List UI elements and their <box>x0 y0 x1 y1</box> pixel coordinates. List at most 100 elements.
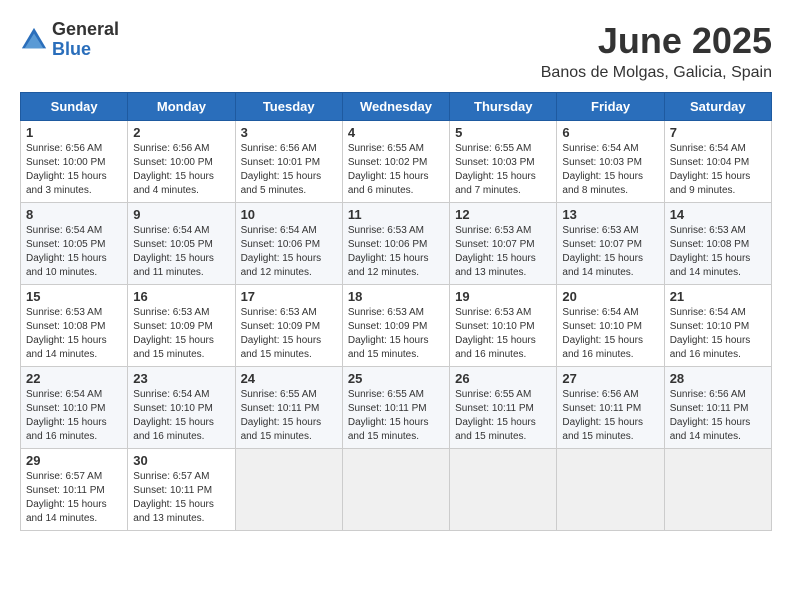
day-info: Sunrise: 6:55 AM Sunset: 10:02 PM Daylig… <box>348 142 444 198</box>
day-info: Sunrise: 6:56 AM Sunset: 10:11 PM Daylig… <box>670 388 766 444</box>
column-header-thursday: Thursday <box>450 93 557 121</box>
calendar-cell: 24 Sunrise: 6:55 AM Sunset: 10:11 PM Day… <box>235 367 342 449</box>
day-info: Sunrise: 6:53 AM Sunset: 10:10 PM Daylig… <box>455 306 551 362</box>
column-header-sunday: Sunday <box>21 93 128 121</box>
day-info: Sunrise: 6:54 AM Sunset: 10:03 PM Daylig… <box>562 142 658 198</box>
day-info: Sunrise: 6:56 AM Sunset: 10:11 PM Daylig… <box>562 388 658 444</box>
calendar-cell: 9 Sunrise: 6:54 AM Sunset: 10:05 PM Dayl… <box>128 203 235 285</box>
day-info: Sunrise: 6:55 AM Sunset: 10:11 PM Daylig… <box>348 388 444 444</box>
day-number: 7 <box>670 125 766 140</box>
calendar-cell: 19 Sunrise: 6:53 AM Sunset: 10:10 PM Day… <box>450 285 557 367</box>
calendar-cell <box>450 449 557 531</box>
calendar-cell: 5 Sunrise: 6:55 AM Sunset: 10:03 PM Dayl… <box>450 121 557 203</box>
day-info: Sunrise: 6:54 AM Sunset: 10:04 PM Daylig… <box>670 142 766 198</box>
day-info: Sunrise: 6:54 AM Sunset: 10:05 PM Daylig… <box>133 224 229 280</box>
day-number: 27 <box>562 371 658 386</box>
column-header-wednesday: Wednesday <box>342 93 449 121</box>
day-info: Sunrise: 6:55 AM Sunset: 10:11 PM Daylig… <box>455 388 551 444</box>
day-info: Sunrise: 6:54 AM Sunset: 10:05 PM Daylig… <box>26 224 122 280</box>
calendar-cell: 25 Sunrise: 6:55 AM Sunset: 10:11 PM Day… <box>342 367 449 449</box>
calendar-cell <box>235 449 342 531</box>
logo-general-text: General <box>52 20 119 40</box>
calendar-cell: 23 Sunrise: 6:54 AM Sunset: 10:10 PM Day… <box>128 367 235 449</box>
calendar-cell: 21 Sunrise: 6:54 AM Sunset: 10:10 PM Day… <box>664 285 771 367</box>
calendar-cell: 10 Sunrise: 6:54 AM Sunset: 10:06 PM Day… <box>235 203 342 285</box>
calendar-header-row: SundayMondayTuesdayWednesdayThursdayFrid… <box>21 93 772 121</box>
day-number: 15 <box>26 289 122 304</box>
day-number: 2 <box>133 125 229 140</box>
logo: General Blue <box>20 20 119 60</box>
calendar-cell: 13 Sunrise: 6:53 AM Sunset: 10:07 PM Day… <box>557 203 664 285</box>
day-info: Sunrise: 6:54 AM Sunset: 10:10 PM Daylig… <box>670 306 766 362</box>
day-info: Sunrise: 6:56 AM Sunset: 10:00 PM Daylig… <box>26 142 122 198</box>
title-area: June 2025 Banos de Molgas, Galicia, Spai… <box>541 20 772 82</box>
calendar-cell: 22 Sunrise: 6:54 AM Sunset: 10:10 PM Day… <box>21 367 128 449</box>
day-info: Sunrise: 6:54 AM Sunset: 10:10 PM Daylig… <box>26 388 122 444</box>
calendar-cell: 11 Sunrise: 6:53 AM Sunset: 10:06 PM Day… <box>342 203 449 285</box>
day-info: Sunrise: 6:55 AM Sunset: 10:11 PM Daylig… <box>241 388 337 444</box>
calendar-cell: 7 Sunrise: 6:54 AM Sunset: 10:04 PM Dayl… <box>664 121 771 203</box>
day-number: 14 <box>670 207 766 222</box>
day-info: Sunrise: 6:53 AM Sunset: 10:08 PM Daylig… <box>670 224 766 280</box>
calendar-table: SundayMondayTuesdayWednesdayThursdayFrid… <box>20 92 772 531</box>
calendar-cell: 1 Sunrise: 6:56 AM Sunset: 10:00 PM Dayl… <box>21 121 128 203</box>
day-number: 5 <box>455 125 551 140</box>
day-number: 16 <box>133 289 229 304</box>
day-number: 9 <box>133 207 229 222</box>
logo-text: General Blue <box>52 20 119 60</box>
calendar-cell: 15 Sunrise: 6:53 AM Sunset: 10:08 PM Day… <box>21 285 128 367</box>
day-number: 29 <box>26 453 122 468</box>
day-number: 21 <box>670 289 766 304</box>
calendar-cell: 6 Sunrise: 6:54 AM Sunset: 10:03 PM Dayl… <box>557 121 664 203</box>
day-info: Sunrise: 6:54 AM Sunset: 10:06 PM Daylig… <box>241 224 337 280</box>
calendar-cell: 17 Sunrise: 6:53 AM Sunset: 10:09 PM Day… <box>235 285 342 367</box>
calendar-week-5: 29 Sunrise: 6:57 AM Sunset: 10:11 PM Day… <box>21 449 772 531</box>
page-header: General Blue June 2025 Banos de Molgas, … <box>20 20 772 82</box>
day-number: 11 <box>348 207 444 222</box>
calendar-cell: 27 Sunrise: 6:56 AM Sunset: 10:11 PM Day… <box>557 367 664 449</box>
day-info: Sunrise: 6:53 AM Sunset: 10:08 PM Daylig… <box>26 306 122 362</box>
day-number: 8 <box>26 207 122 222</box>
calendar-cell: 29 Sunrise: 6:57 AM Sunset: 10:11 PM Day… <box>21 449 128 531</box>
calendar-cell: 3 Sunrise: 6:56 AM Sunset: 10:01 PM Dayl… <box>235 121 342 203</box>
day-number: 1 <box>26 125 122 140</box>
day-number: 24 <box>241 371 337 386</box>
column-header-saturday: Saturday <box>664 93 771 121</box>
day-info: Sunrise: 6:54 AM Sunset: 10:10 PM Daylig… <box>562 306 658 362</box>
calendar-week-4: 22 Sunrise: 6:54 AM Sunset: 10:10 PM Day… <box>21 367 772 449</box>
calendar-cell: 28 Sunrise: 6:56 AM Sunset: 10:11 PM Day… <box>664 367 771 449</box>
column-header-friday: Friday <box>557 93 664 121</box>
day-number: 10 <box>241 207 337 222</box>
column-header-tuesday: Tuesday <box>235 93 342 121</box>
calendar-week-1: 1 Sunrise: 6:56 AM Sunset: 10:00 PM Dayl… <box>21 121 772 203</box>
day-info: Sunrise: 6:55 AM Sunset: 10:03 PM Daylig… <box>455 142 551 198</box>
day-number: 12 <box>455 207 551 222</box>
day-info: Sunrise: 6:53 AM Sunset: 10:09 PM Daylig… <box>133 306 229 362</box>
day-number: 17 <box>241 289 337 304</box>
day-number: 13 <box>562 207 658 222</box>
calendar-cell: 20 Sunrise: 6:54 AM Sunset: 10:10 PM Day… <box>557 285 664 367</box>
day-info: Sunrise: 6:53 AM Sunset: 10:09 PM Daylig… <box>348 306 444 362</box>
column-header-monday: Monday <box>128 93 235 121</box>
location-title: Banos de Molgas, Galicia, Spain <box>541 64 772 82</box>
day-info: Sunrise: 6:56 AM Sunset: 10:01 PM Daylig… <box>241 142 337 198</box>
day-number: 28 <box>670 371 766 386</box>
day-number: 22 <box>26 371 122 386</box>
day-info: Sunrise: 6:53 AM Sunset: 10:07 PM Daylig… <box>455 224 551 280</box>
month-title: June 2025 <box>541 20 772 62</box>
day-info: Sunrise: 6:53 AM Sunset: 10:09 PM Daylig… <box>241 306 337 362</box>
day-number: 19 <box>455 289 551 304</box>
day-info: Sunrise: 6:57 AM Sunset: 10:11 PM Daylig… <box>26 470 122 526</box>
calendar-cell <box>664 449 771 531</box>
calendar-cell: 2 Sunrise: 6:56 AM Sunset: 10:00 PM Dayl… <box>128 121 235 203</box>
day-info: Sunrise: 6:56 AM Sunset: 10:00 PM Daylig… <box>133 142 229 198</box>
calendar-cell: 12 Sunrise: 6:53 AM Sunset: 10:07 PM Day… <box>450 203 557 285</box>
logo-blue-text: Blue <box>52 40 119 60</box>
calendar-cell <box>557 449 664 531</box>
day-number: 4 <box>348 125 444 140</box>
day-info: Sunrise: 6:54 AM Sunset: 10:10 PM Daylig… <box>133 388 229 444</box>
calendar-cell <box>342 449 449 531</box>
day-number: 20 <box>562 289 658 304</box>
calendar-cell: 16 Sunrise: 6:53 AM Sunset: 10:09 PM Day… <box>128 285 235 367</box>
day-number: 26 <box>455 371 551 386</box>
